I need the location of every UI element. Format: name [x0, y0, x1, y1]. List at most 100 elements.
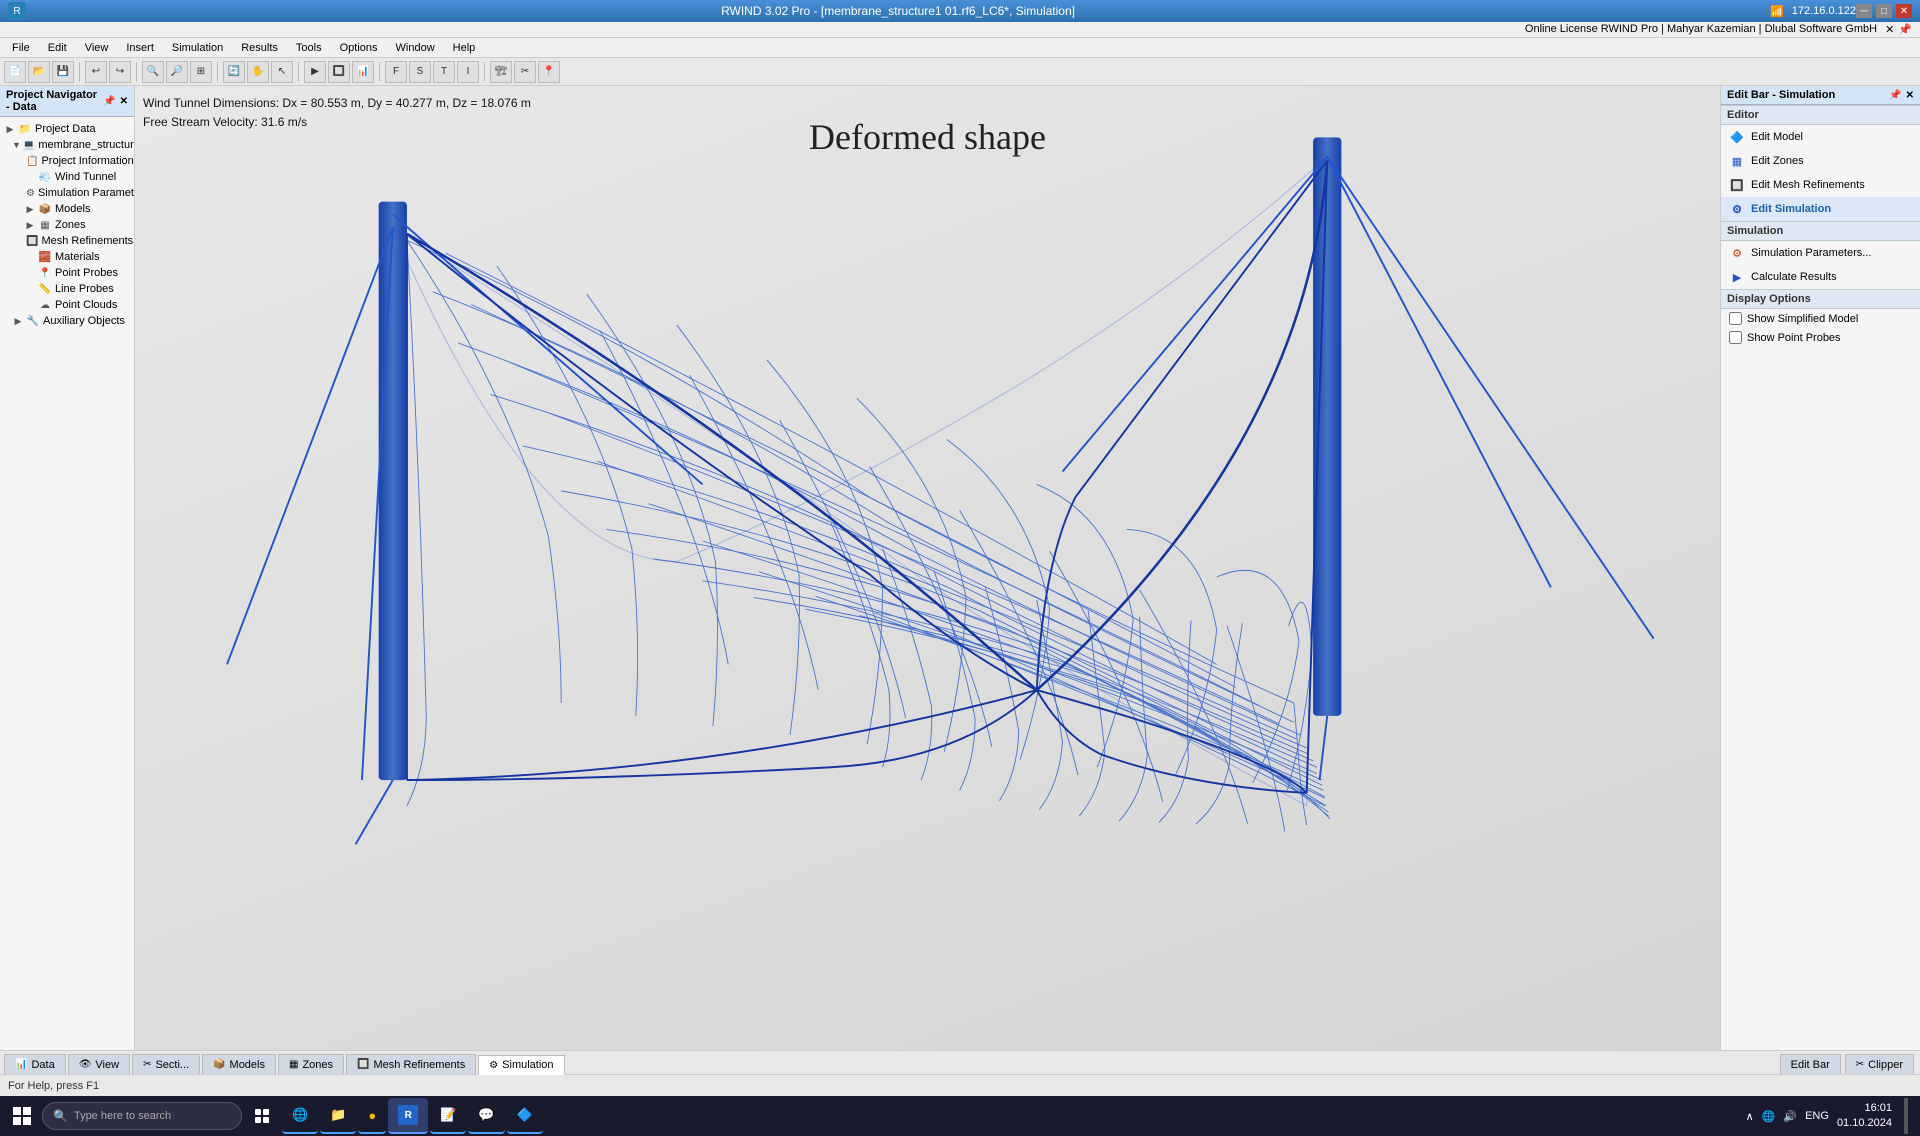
menu-options[interactable]: Options	[332, 40, 386, 56]
cable-right-top	[1062, 157, 1327, 472]
pan-btn[interactable]: ✋	[247, 61, 269, 83]
task-view-button[interactable]	[244, 1098, 280, 1134]
right-panel-pin[interactable]: 📌	[1889, 90, 1901, 101]
fit-btn[interactable]: ⊞	[190, 61, 212, 83]
new-btn[interactable]: 📄	[4, 61, 26, 83]
show-simplified-model-checkbox[interactable]	[1729, 312, 1742, 325]
tree-mesh-ref[interactable]: 🔲 Mesh Refinements	[0, 233, 134, 249]
taskbar-search[interactable]: 🔍 Type here to search	[42, 1102, 242, 1130]
menu-results[interactable]: Results	[233, 40, 286, 56]
edit-model-item[interactable]: 🔷 Edit Model	[1721, 125, 1920, 149]
edit-model-icon: 🔷	[1729, 129, 1745, 145]
side-view-btn[interactable]: S	[409, 61, 431, 83]
taskbar-chevron[interactable]: ∧	[1746, 1110, 1754, 1123]
front-view-btn[interactable]: F	[385, 61, 407, 83]
probe-btn[interactable]: 📍	[538, 61, 560, 83]
tab-edit-bar[interactable]: Edit Bar	[1780, 1054, 1841, 1074]
show-desktop-btn[interactable]	[1904, 1098, 1908, 1134]
menu-insert[interactable]: Insert	[118, 40, 162, 56]
taskbar-rwind[interactable]: R	[388, 1098, 428, 1134]
menu-simulation[interactable]: Simulation	[164, 40, 231, 56]
tab-models[interactable]: 📦 Models	[202, 1054, 276, 1074]
rotate-btn[interactable]: 🔄	[223, 61, 245, 83]
tree-line-probes[interactable]: 📏 Line Probes	[0, 281, 134, 297]
zoom-out-btn[interactable]: 🔎	[166, 61, 188, 83]
render-btn[interactable]: ▶	[304, 61, 326, 83]
volume-icon: 🔊	[1783, 1110, 1797, 1123]
tree-aux-objects[interactable]: ▶ 🔧 Auxiliary Objects	[0, 313, 134, 329]
show-point-probes-item[interactable]: Show Point Probes	[1721, 328, 1920, 347]
menu-help[interactable]: Help	[445, 40, 484, 56]
structural-cables	[407, 161, 1327, 793]
panel-title-text: Project Navigator - Data	[6, 89, 103, 113]
taskbar-extra[interactable]: 🔷	[507, 1098, 543, 1134]
tab-clipper-label: Clipper	[1868, 1059, 1903, 1071]
taskbar-explorer[interactable]: 📁	[320, 1098, 356, 1134]
expand-icon-wind	[24, 171, 36, 183]
select-btn[interactable]: ↖	[271, 61, 293, 83]
simulation-section-header: Simulation	[1721, 221, 1920, 241]
edit-simulation-item[interactable]: ⚙ Edit Simulation	[1721, 197, 1920, 221]
tab-mesh-refinements[interactable]: 🔲 Mesh Refinements	[346, 1054, 476, 1074]
maximize-button[interactable]: □	[1876, 4, 1892, 18]
expand-icon-lp	[24, 283, 36, 295]
tree-point-probes[interactable]: 📍 Point Probes	[0, 265, 134, 281]
license-pin-btn[interactable]: 📌	[1898, 23, 1912, 36]
taskbar-notepad[interactable]: 📝	[430, 1098, 466, 1134]
redo-btn[interactable]: ↪	[109, 61, 131, 83]
menu-window[interactable]: Window	[388, 40, 443, 56]
calc-results-item[interactable]: ▶ Calculate Results	[1721, 265, 1920, 289]
minimize-button[interactable]: ─	[1856, 4, 1872, 18]
panel-close[interactable]: ✕	[120, 96, 128, 107]
tree-point-clouds[interactable]: ☁ Point Clouds	[0, 297, 134, 313]
tree-project-info[interactable]: 📋 Project Information	[0, 153, 134, 169]
network-icon: 📶	[1770, 5, 1784, 18]
tree-zones[interactable]: ▶ ▦ Zones	[0, 217, 134, 233]
tab-data-label: Data	[31, 1059, 54, 1071]
zoom-in-btn[interactable]: 🔍	[142, 61, 164, 83]
tree-sim-params[interactable]: ⚙ Simulation Parameters	[0, 185, 134, 201]
close-button[interactable]: ✕	[1896, 4, 1912, 18]
tree-wind-tunnel[interactable]: 💨 Wind Tunnel	[0, 169, 134, 185]
tab-data[interactable]: 📊 Data	[4, 1054, 66, 1074]
edit-mesh-item[interactable]: 🔲 Edit Mesh Refinements	[1721, 173, 1920, 197]
taskbar-edge[interactable]: 🌐	[282, 1098, 318, 1134]
tab-section[interactable]: ✂ Secti...	[132, 1054, 200, 1074]
show-point-probes-label: Show Point Probes	[1747, 332, 1841, 344]
taskbar-chrome[interactable]: ●	[358, 1098, 386, 1134]
start-button[interactable]	[4, 1098, 40, 1134]
tree-models[interactable]: ▶ 📦 Models	[0, 201, 134, 217]
tab-zones[interactable]: ▦ Zones	[278, 1054, 344, 1074]
tab-clipper[interactable]: ✂ Clipper	[1845, 1054, 1914, 1074]
show-point-probes-checkbox[interactable]	[1729, 331, 1742, 344]
iso-view-btn[interactable]: I	[457, 61, 479, 83]
show-simplified-model-item[interactable]: Show Simplified Model	[1721, 309, 1920, 328]
menu-file[interactable]: File	[4, 40, 38, 56]
mesh-btn[interactable]: 🔲	[328, 61, 350, 83]
results-btn[interactable]: 📊	[352, 61, 374, 83]
edit-zones-item[interactable]: ▦ Edit Zones	[1721, 149, 1920, 173]
open-btn[interactable]: 📂	[28, 61, 50, 83]
tab-view[interactable]: 👁 View	[68, 1054, 130, 1074]
tab-simulation[interactable]: ⚙ Simulation	[478, 1055, 564, 1075]
right-panel-close[interactable]: ✕	[1906, 90, 1914, 101]
menu-view[interactable]: View	[77, 40, 117, 56]
edit-simulation-label: Edit Simulation	[1751, 203, 1831, 215]
sim-params-item[interactable]: ⚙ Simulation Parameters...	[1721, 241, 1920, 265]
save-btn[interactable]: 💾	[52, 61, 74, 83]
menu-tools[interactable]: Tools	[288, 40, 330, 56]
tree-membrane[interactable]: ▼ 💻 membrane_structure1	[0, 137, 134, 153]
tab-simulation-label: Simulation	[502, 1059, 553, 1071]
clip-btn[interactable]: ✂	[514, 61, 536, 83]
tree-materials[interactable]: 🧱 Materials	[0, 249, 134, 265]
taskbar-teams[interactable]: 💬	[468, 1098, 504, 1134]
undo-btn[interactable]: ↩	[85, 61, 107, 83]
show-model-btn[interactable]: 🏗	[490, 61, 512, 83]
menu-edit[interactable]: Edit	[40, 40, 75, 56]
bottom-right-tabs: Edit Bar ✂ Clipper	[1780, 1054, 1916, 1074]
tree-project-data[interactable]: ▶ 📁 Project Data	[0, 121, 134, 137]
license-close-btn[interactable]: ✕	[1885, 23, 1894, 36]
viewport[interactable]: Wind Tunnel Dimensions: Dx = 80.553 m, D…	[135, 86, 1720, 1050]
top-view-btn[interactable]: T	[433, 61, 455, 83]
panel-pin[interactable]: 📌	[103, 96, 115, 107]
